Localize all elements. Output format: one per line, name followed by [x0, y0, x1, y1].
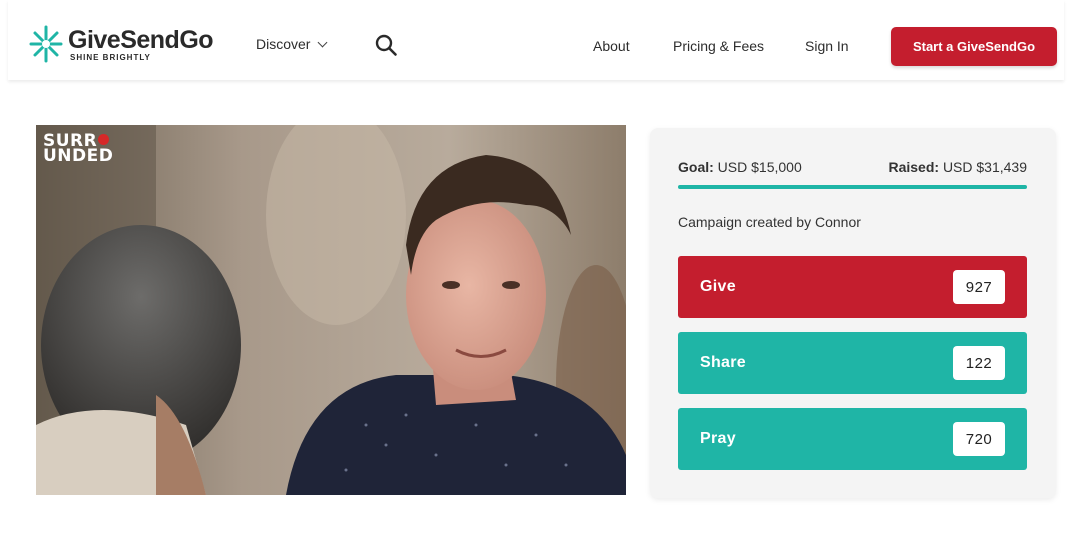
share-label: Share [700, 354, 746, 371]
donation-panel: Goal: USD $15,000 Raised: USD $31,439 Ca… [650, 128, 1056, 498]
pray-button[interactable]: Pray 720 [678, 408, 1027, 470]
discover-menu[interactable]: Discover [256, 36, 328, 52]
search-icon[interactable] [374, 33, 398, 57]
raised-text: Raised: USD $31,439 [888, 159, 1027, 175]
campaign-video[interactable]: SURR UNDED [36, 125, 626, 495]
site-logo[interactable]: GiveSendGo SHINE BRIGHTLY [28, 24, 214, 64]
raised-label: Raised: [888, 159, 940, 175]
give-count: 927 [953, 270, 1005, 304]
logo-name: GiveSendGo [68, 25, 214, 54]
pray-count: 720 [953, 422, 1005, 456]
watermark-line2: UNDED [43, 146, 114, 166]
share-count: 122 [953, 346, 1005, 380]
video-watermark: SURR UNDED [43, 133, 114, 166]
share-button[interactable]: Share 122 [678, 332, 1027, 394]
creator-prefix: Campaign created by [678, 214, 812, 230]
goal-value: USD $15,000 [717, 159, 802, 175]
goal-text: Goal: USD $15,000 [678, 159, 802, 175]
progress-bar [678, 185, 1027, 189]
nav-signin[interactable]: Sign In [805, 38, 849, 54]
site-header: GiveSendGo SHINE BRIGHTLY Discover About… [8, 0, 1064, 80]
give-button[interactable]: Give 927 [678, 256, 1027, 318]
give-label: Give [700, 278, 736, 295]
nav-pricing[interactable]: Pricing & Fees [673, 38, 764, 54]
watermark-dot-icon [98, 134, 110, 145]
goal-label: Goal: [678, 159, 714, 175]
logo-tagline: SHINE BRIGHTLY [70, 52, 151, 62]
chevron-down-icon [318, 37, 328, 47]
campaign-photo [36, 125, 626, 495]
nav-about[interactable]: About [593, 38, 630, 54]
goal-raised-row: Goal: USD $15,000 Raised: USD $31,439 [678, 159, 1027, 175]
raised-value: USD $31,439 [942, 159, 1027, 175]
discover-label: Discover [256, 36, 311, 52]
start-campaign-button[interactable]: Start a GiveSendGo [891, 27, 1057, 66]
creator-name[interactable]: Connor [815, 214, 861, 230]
pray-label: Pray [700, 430, 736, 447]
campaign-creator: Campaign created by Connor [678, 214, 861, 230]
logo-burst-icon [29, 25, 63, 63]
